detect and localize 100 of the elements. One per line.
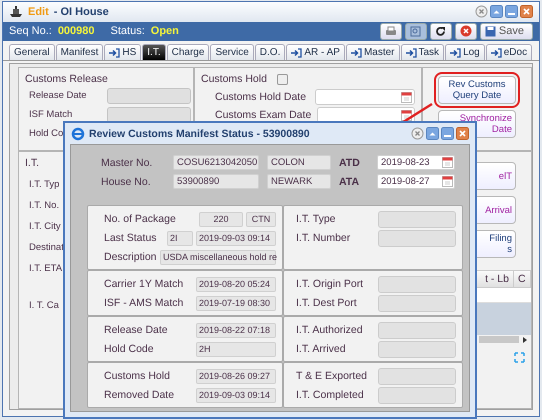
value-field: USDA miscellaneous hold re (160, 250, 276, 264)
close-icon[interactable] (520, 5, 533, 18)
input-field[interactable] (107, 88, 191, 104)
find-icon (410, 26, 422, 37)
print-button[interactable] (380, 22, 402, 40)
value-field: 2019-07-19 08:30 (196, 296, 276, 310)
circle-x-icon[interactable] (475, 5, 488, 18)
close-icon[interactable] (456, 127, 469, 140)
enter-icon (109, 48, 120, 58)
seq-label: Seq No.: (9, 25, 52, 38)
maximize-icon[interactable] (490, 5, 503, 18)
field-label: I.T. Dest Port (296, 297, 357, 309)
tab[interactable]: Service (210, 44, 254, 60)
input-field[interactable] (107, 106, 191, 122)
value-field: 2019-09-03 09:14 (196, 230, 276, 246)
tab[interactable]: Log (445, 44, 485, 60)
field-label: Release Date (104, 324, 168, 336)
value-field: 2H (196, 342, 276, 356)
status-value: Open (150, 25, 179, 38)
refresh-button[interactable] (430, 22, 452, 40)
tab[interactable]: Task (400, 44, 444, 60)
value-field: 2019-09-03 09:14 (196, 388, 276, 402)
field-label: No. of Package (104, 213, 176, 225)
field-label: Removed Date (104, 389, 174, 401)
hold-checkbox[interactable] (276, 74, 288, 84)
field-label: Customs Hold Date (214, 91, 308, 103)
value-field: 2019-08-22 07:18 (196, 322, 276, 338)
ship-icon (9, 6, 23, 18)
value-field: 53900890 (173, 174, 259, 189)
enter-icon (450, 48, 462, 58)
field-label: Hold Co (28, 128, 64, 139)
field-label: ISF - AMS Match (104, 297, 184, 309)
field-label: Hold Code (104, 343, 154, 355)
value-field: 2I (167, 230, 193, 246)
tab[interactable]: Master (346, 44, 400, 60)
tab[interactable]: Manifest (56, 44, 104, 60)
field-label: House No. (101, 176, 152, 188)
tab[interactable]: Charge (166, 44, 210, 60)
field-label: T & E Exported (296, 370, 368, 382)
enter-icon (291, 48, 302, 58)
value-field: NEWARK (267, 174, 331, 189)
field-label: I.T. ETA (29, 263, 62, 274)
circle-x-icon[interactable] (411, 127, 424, 140)
field-label: Customs Exam Date (214, 109, 312, 121)
minimize-icon[interactable] (441, 127, 454, 140)
section-title: Customs Release (25, 73, 108, 85)
window-mode: Edit (28, 6, 49, 18)
field-label: I.T. City (29, 221, 61, 232)
scrollbar-thumb[interactable] (479, 336, 519, 343)
field-label: I.T. No. (29, 200, 60, 211)
field-label: I.T. Authorized (296, 324, 363, 336)
field-label: ISF Match (28, 109, 72, 120)
save-button[interactable]: Save (480, 22, 533, 40)
field-label: Last Status (104, 232, 157, 244)
close-icon (460, 25, 472, 38)
field-label: Master No. (101, 156, 154, 168)
calendar-icon[interactable] (442, 157, 453, 168)
value-field: CTN (246, 212, 276, 226)
field-label: I.T. Type (296, 213, 336, 225)
date-field[interactable]: 2019-08-27 (377, 174, 455, 189)
window-title: - OI House (54, 6, 109, 18)
field-label: I. T. Ca (29, 300, 59, 311)
tab[interactable]: D.O. (254, 44, 286, 60)
tab[interactable]: AR - AP (286, 44, 345, 60)
section-title: Customs Hold (201, 73, 267, 85)
field-label: Release Date (28, 90, 87, 101)
date-field[interactable]: 2019-08-23 (377, 155, 455, 170)
enter-icon (350, 48, 362, 58)
tab[interactable]: HS (104, 44, 142, 60)
browser-icon (71, 126, 85, 140)
maximize-icon[interactable] (426, 127, 439, 140)
tab[interactable]: eDoc (486, 44, 532, 60)
date-field[interactable] (315, 89, 415, 105)
field-label: ATA (339, 176, 360, 188)
enter-icon (406, 48, 416, 58)
minimize-icon[interactable] (505, 5, 518, 18)
field-label: I.T. Origin Port (296, 278, 364, 290)
field-label: ATD (339, 156, 361, 168)
field-label: Destinat (29, 242, 64, 253)
field-label: I.T. Arrived (296, 343, 346, 355)
dialog-title: Review Customs Manifest Status - 53900890 (89, 128, 310, 140)
section-title: I.T. (25, 157, 40, 169)
calendar-icon[interactable] (401, 92, 412, 102)
field-label: I.T. Number (296, 232, 350, 244)
field-label: I.T. Typ (29, 179, 60, 190)
value-field: 2019-08-26 09:27 (196, 368, 276, 384)
field-label: Customs Hold (104, 370, 170, 382)
expand-icon[interactable] (514, 352, 525, 363)
value-field: COSU6213042050 (173, 155, 259, 170)
tab[interactable]: General (9, 44, 55, 60)
field-label: Carrier 1Y Match (104, 278, 184, 290)
close-button[interactable] (454, 22, 477, 40)
calendar-icon[interactable] (442, 176, 453, 187)
tab[interactable]: I.T. (142, 44, 166, 60)
value-field: COLON (267, 155, 331, 170)
column-header[interactable]: C (514, 271, 531, 287)
scroll-right-icon[interactable] (523, 336, 527, 342)
seq-value: 000980 (58, 25, 95, 38)
refresh-icon (435, 26, 446, 37)
field-label: Description (104, 251, 157, 263)
